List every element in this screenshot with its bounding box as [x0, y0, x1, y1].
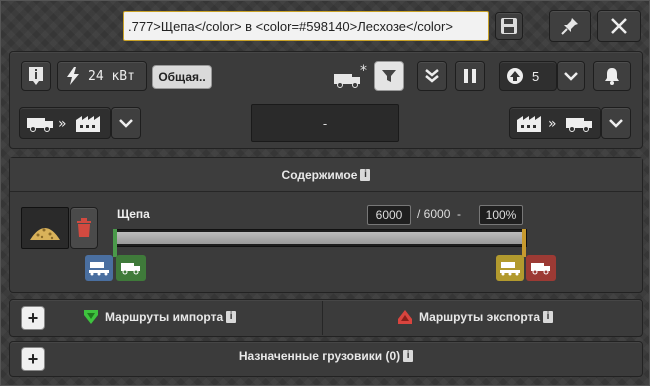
item-name: Щепа	[117, 207, 150, 221]
group-button[interactable]: Общая..	[152, 65, 212, 89]
load-marker-start[interactable]	[116, 255, 146, 281]
lightning-icon	[67, 67, 79, 85]
filter-button[interactable]	[374, 61, 404, 91]
trash-icon	[77, 218, 91, 237]
priority-field[interactable]: 5	[499, 61, 557, 91]
filter-icon	[382, 70, 396, 82]
item-slot[interactable]	[21, 207, 69, 249]
conveyor-icon	[500, 262, 520, 276]
export-routes-label: Маршруты экспорта	[419, 310, 541, 324]
current-amount-field[interactable]: 6000	[367, 205, 411, 225]
close-icon	[611, 18, 627, 34]
info-icon	[29, 67, 43, 85]
truck-icon	[121, 263, 140, 275]
storage-window: .777>Щепа</color> в <color=#598140>Лесхо…	[0, 0, 650, 386]
add-route-label: +	[27, 308, 39, 328]
factory-to-truck-icon: »	[517, 116, 592, 132]
bell-icon	[605, 68, 619, 85]
trucks-info-icon[interactable]: i	[403, 350, 414, 362]
unload-marker-end[interactable]	[496, 255, 524, 281]
fill-bar-end-marker[interactable]	[522, 229, 526, 257]
export-arrow-icon	[398, 310, 412, 324]
svg-text:»: »	[548, 116, 557, 132]
unload-mode-dropdown[interactable]	[601, 107, 631, 139]
floppy-icon	[501, 18, 517, 34]
chevron-down-icon	[564, 72, 578, 81]
info-button[interactable]	[21, 61, 51, 91]
contents-title: Содержимое	[281, 167, 358, 182]
notify-button[interactable]	[593, 61, 631, 91]
amount-separator: / 6000 -	[417, 207, 462, 221]
svg-text:»: »	[58, 116, 67, 132]
max-percent-field[interactable]: 100%	[479, 205, 523, 225]
close-button[interactable]	[597, 10, 641, 42]
collapse-button[interactable]	[417, 61, 447, 91]
svg-text:*: *	[360, 64, 367, 79]
power-value: 24 кВт	[88, 68, 135, 84]
name-input-text: .777>Щепа</color> в <color=#598140>Лесхо…	[128, 18, 453, 34]
add-route-button[interactable]: +	[21, 306, 45, 330]
truck-settings-button[interactable]: *	[331, 62, 371, 92]
delete-item-button[interactable]	[70, 207, 98, 249]
truck-star-icon: *	[334, 64, 367, 88]
contents-header: Содержимое i	[10, 158, 642, 192]
double-chevron-down-icon	[425, 69, 439, 83]
truck-icon	[531, 263, 550, 275]
conveyor-icon	[89, 262, 109, 276]
export-routes-tab[interactable]: Маршруты экспорта i	[395, 307, 554, 327]
center-value-field[interactable]: -	[251, 104, 399, 142]
load-mode-dropdown[interactable]	[111, 107, 141, 139]
unload-mode-select[interactable]: »	[509, 107, 601, 139]
center-value: -	[322, 115, 328, 131]
pin-button[interactable]	[549, 10, 591, 42]
import-info-icon[interactable]: i	[226, 311, 237, 323]
chevron-down-icon	[609, 119, 623, 128]
pause-button[interactable]	[455, 61, 485, 91]
routes-divider	[322, 301, 323, 335]
fill-bar-fill	[115, 232, 523, 244]
fill-bar-start-marker[interactable]	[113, 229, 117, 257]
pause-icon	[464, 69, 476, 83]
truck-to-factory-icon: »	[27, 116, 100, 132]
save-button[interactable]	[495, 12, 523, 40]
assigned-trucks-header[interactable]: Назначенные грузовики (0) i	[10, 349, 642, 363]
power-indicator: 24 кВт	[57, 61, 147, 91]
unload-marker-start[interactable]	[85, 255, 113, 281]
current-amount: 6000	[375, 208, 403, 222]
group-label: Общая..	[158, 70, 206, 84]
import-routes-label: Маршруты импорта	[105, 310, 224, 324]
load-marker-end[interactable]	[526, 255, 556, 281]
import-routes-tab[interactable]: Маршруты импорта i	[81, 307, 237, 327]
assigned-trucks-label: Назначенные грузовики (0)	[238, 349, 401, 363]
priority-dropdown-button[interactable]	[557, 61, 585, 91]
export-info-icon[interactable]: i	[543, 311, 554, 323]
wood-chips-icon	[30, 228, 60, 240]
contents-info-icon[interactable]: i	[360, 168, 371, 181]
arrow-up-circle-icon	[507, 68, 523, 84]
name-input[interactable]: .777>Щепа</color> в <color=#598140>Лесхо…	[123, 11, 489, 41]
import-arrow-icon	[84, 310, 98, 324]
max-percent: 100%	[485, 208, 517, 222]
chevron-down-icon	[119, 119, 133, 128]
load-mode-select[interactable]: »	[19, 107, 111, 139]
priority-value: 5	[532, 68, 540, 84]
pin-icon	[561, 18, 578, 35]
